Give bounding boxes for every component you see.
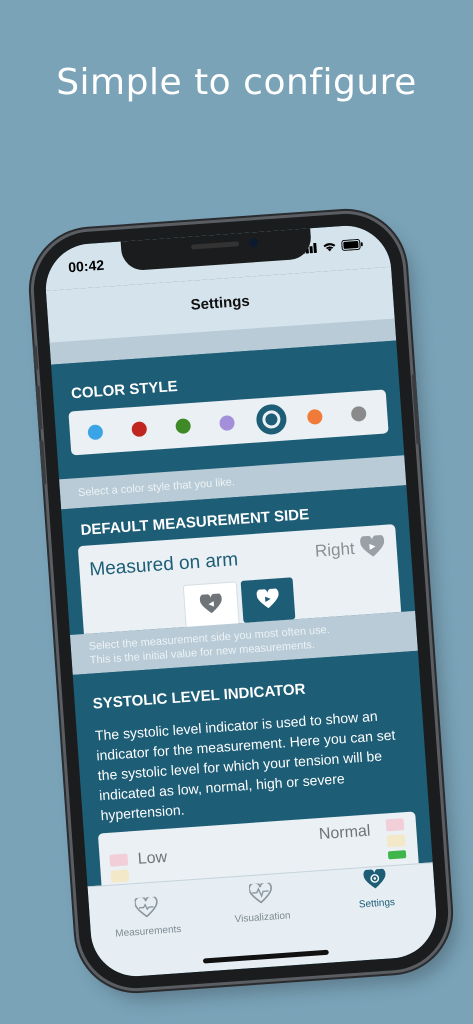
battery-icon <box>341 239 363 251</box>
headline: Simple to configure <box>56 62 417 103</box>
heart-gear-icon <box>363 868 385 889</box>
color-style-header: COLOR STYLE <box>70 377 179 403</box>
normal-color-swatch <box>385 818 405 832</box>
color-option-2[interactable] <box>131 421 148 438</box>
color-option-3[interactable] <box>175 418 192 435</box>
heart-arrow-left-icon <box>199 593 222 614</box>
page-title: Settings <box>190 292 251 314</box>
tab-measurements-label: Measurements <box>114 923 182 940</box>
tab-settings[interactable]: Settings <box>317 865 435 913</box>
heart-pulse-icon <box>247 881 272 904</box>
color-option-1[interactable] <box>87 424 104 441</box>
front-camera <box>248 237 259 248</box>
color-style-footer: Select a color style that you like. <box>77 476 236 500</box>
selected-color-indicator <box>265 413 278 426</box>
systolic-description: The systolic level indicator is used to … <box>94 707 396 824</box>
color-option-4[interactable] <box>219 415 236 432</box>
volume-down-button <box>39 440 47 485</box>
low-color-swatch-2 <box>110 869 130 883</box>
tab-measurements[interactable]: Measurements <box>89 893 207 941</box>
power-button <box>411 374 421 445</box>
measurement-side-section: DEFAULT MEASUREMENT SIDE Measured on arm… <box>61 485 416 636</box>
color-style-picker <box>68 389 389 456</box>
right-side-button[interactable] <box>240 577 296 623</box>
low-color-swatch <box>109 853 129 867</box>
mute-switch <box>32 345 39 370</box>
home-indicator <box>202 949 329 964</box>
volume-up-button <box>35 385 43 430</box>
color-option-7[interactable] <box>350 405 367 422</box>
measurement-side-value: Right <box>314 538 356 561</box>
low-label: Low <box>137 848 168 868</box>
color-option-6[interactable] <box>306 408 323 425</box>
status-time: 00:42 <box>67 256 105 276</box>
tab-settings-label: Settings <box>358 897 396 911</box>
speaker <box>191 241 240 250</box>
screen: 00:42 Settings COLOR STYLE Select a colo… <box>42 222 440 980</box>
left-side-button[interactable] <box>182 581 240 629</box>
measured-on-arm-label: Measured on arm <box>88 549 239 581</box>
tab-visualization[interactable]: Visualization <box>203 879 321 927</box>
systolic-header: SYSTOLIC LEVEL INDICATOR <box>92 680 306 713</box>
tab-visualization-label: Visualization <box>234 910 291 926</box>
phone-frame: 00:42 Settings COLOR STYLE Select a colo… <box>30 210 452 992</box>
wifi-icon <box>323 242 336 251</box>
heart-plus-icon <box>133 895 158 918</box>
normal-color-swatch-2 <box>386 834 406 848</box>
heart-arrow-right-icon <box>360 534 385 557</box>
heart-arrow-right-selected-icon <box>256 588 279 609</box>
color-option-5[interactable] <box>255 403 288 436</box>
normal-color-swatch-3 <box>387 850 407 860</box>
normal-label: Normal <box>318 822 371 844</box>
